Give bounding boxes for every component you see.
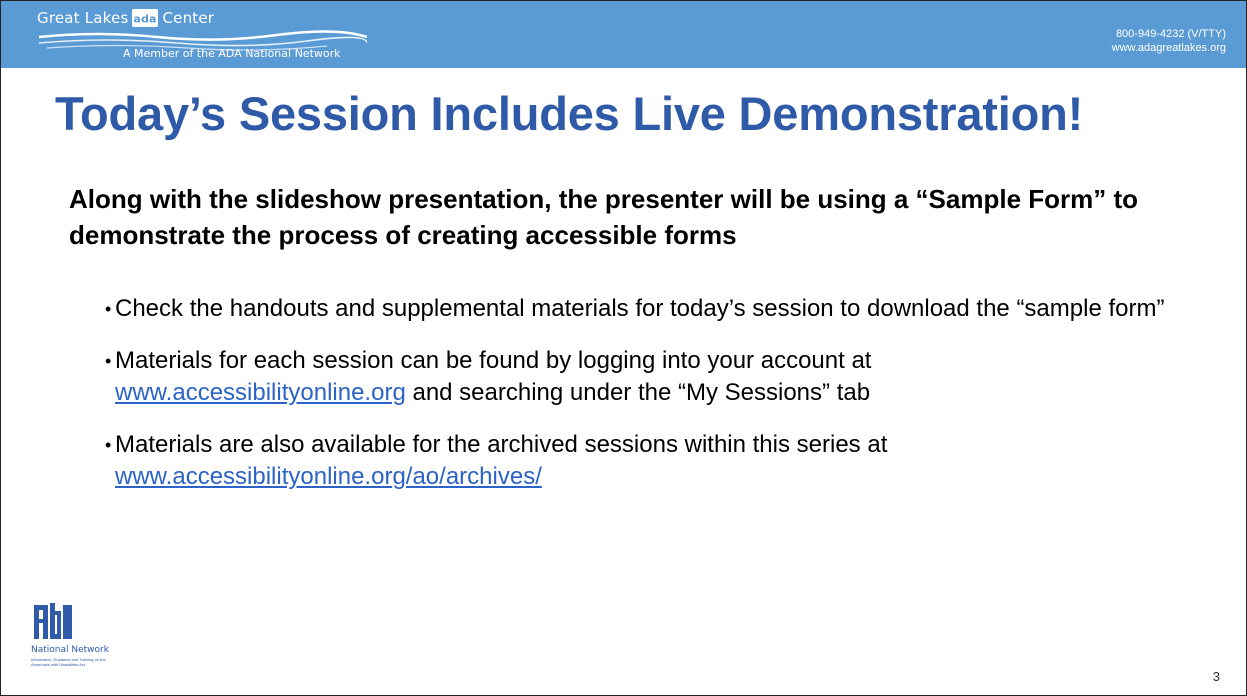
- bullet-dot: •: [105, 435, 112, 455]
- accessibility-online-link[interactable]: www.accessibilityonline.org: [115, 379, 406, 406]
- bullet-item: • Materials for each session can be foun…: [105, 345, 1205, 409]
- bullet-dot: •: [105, 351, 112, 371]
- bullet-text: Materials are also available for the arc…: [115, 431, 888, 458]
- ada-mark-icon: ada: [132, 9, 159, 27]
- bullet-list: • Check the handouts and supplemental ma…: [105, 293, 1205, 513]
- slide: Great Lakes ada Center A Member of the A…: [0, 0, 1247, 696]
- logo-text-center: Center: [162, 9, 215, 27]
- svg-text:ada: ada: [51, 640, 53, 642]
- logo-text-great-lakes: Great Lakes: [37, 9, 129, 27]
- bullet-item: • Materials are also available for the a…: [105, 429, 1205, 493]
- bullet-text: Materials for each session can be found …: [115, 347, 872, 374]
- ada-national-network-logo: ada National Network Information, Guidan…: [31, 601, 111, 679]
- logo-label: National Network: [31, 645, 109, 655]
- svg-text:ada: ada: [134, 13, 156, 26]
- bullet-text: Check the handouts and supplemental mate…: [115, 295, 1165, 322]
- bullet-dot: •: [105, 299, 112, 319]
- logo-tagline: A Member of the ADA National Network: [123, 47, 341, 60]
- great-lakes-ada-center-logo: Great Lakes ada Center A Member of the A…: [37, 7, 377, 63]
- bullet-text-after: and searching under the “My Sessions” ta…: [412, 379, 871, 406]
- logo-title: Great Lakes ada Center: [37, 9, 214, 27]
- ada-logo-icon: ada: [34, 603, 72, 642]
- contact-phone: 800-949-4232 (V/TTY): [1115, 28, 1226, 40]
- logo-tagline-2: Americans with Disabilities Act: [31, 662, 86, 667]
- header-bar: Great Lakes ada Center A Member of the A…: [1, 1, 1246, 68]
- contact-website: www.adagreatlakes.org: [1111, 42, 1226, 54]
- contact-info: 800-949-4232 (V/TTY) www.adagreatlakes.o…: [1112, 27, 1226, 55]
- page-number: 3: [1212, 669, 1220, 684]
- archives-link[interactable]: www.accessibilityonline.org/ao/archives/: [115, 463, 542, 490]
- bullet-item: • Check the handouts and supplemental ma…: [105, 293, 1205, 325]
- intro-paragraph: Along with the slideshow presentation, t…: [69, 184, 1139, 250]
- slide-title: Today’s Session Includes Live Demonstrat…: [55, 87, 1084, 140]
